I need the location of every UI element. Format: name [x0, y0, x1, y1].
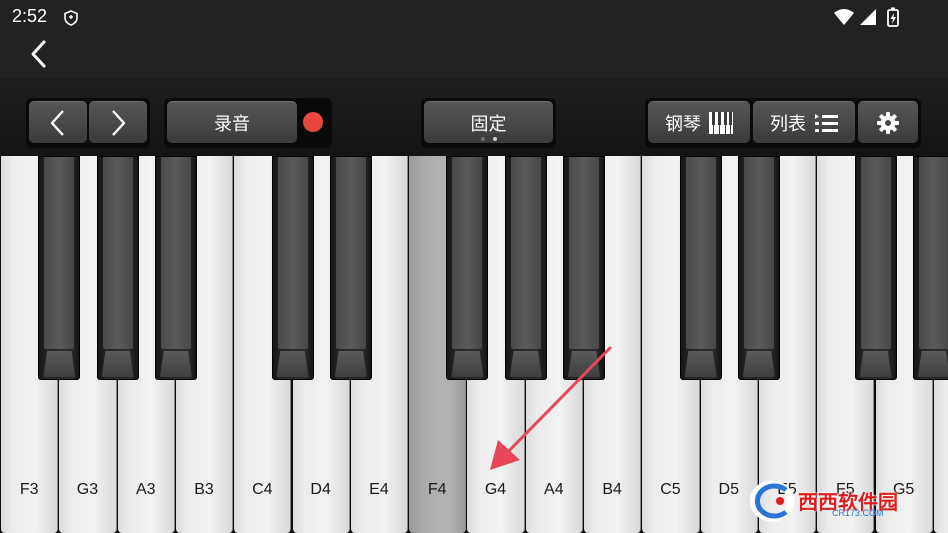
black-key-tip [859, 351, 892, 377]
octave-nav-group [26, 98, 150, 148]
page-dot-active [493, 137, 497, 141]
watermark-subtext: CR173.COM [832, 508, 884, 518]
piano-keyboard: F3 G3 A3 B3 C4 D4 E4 F4 G4 A4 B4 C5 D5 E5 F5 G5 [0, 156, 948, 533]
list-icon [815, 113, 838, 132]
black-key-face [102, 157, 133, 349]
black-key-tip [334, 351, 367, 377]
black-key-fsharp5[interactable] [854, 156, 897, 380]
key-label: A4 [544, 481, 564, 498]
settings-button[interactable] [858, 101, 918, 143]
chevron-right-icon [112, 109, 126, 136]
black-key-tip [568, 351, 600, 377]
prev-octave-button[interactable] [29, 101, 87, 143]
black-key-tip [101, 351, 134, 377]
black-key-fsharp3[interactable] [38, 156, 81, 380]
chevron-left-icon [50, 109, 64, 136]
black-key-face [335, 157, 366, 349]
mode-group: 钢琴 列表 [645, 98, 921, 148]
record-group: 录音 [164, 98, 332, 148]
black-key-face [569, 157, 599, 349]
key-label: C5 [660, 481, 681, 498]
wifi-icon [834, 9, 854, 25]
key-label: F3 [19, 481, 39, 498]
black-key-tip [159, 351, 192, 377]
back-button[interactable] [22, 36, 58, 72]
key-label: B3 [194, 481, 214, 498]
key-label: C4 [252, 481, 273, 498]
black-key-asharp4[interactable] [563, 156, 605, 380]
black-key-face [918, 157, 948, 349]
chevron-left-icon [31, 40, 46, 68]
fixed-button[interactable]: 固定 [424, 101, 553, 143]
key-label: G3 [76, 481, 99, 498]
piano-keys-icon [709, 111, 733, 134]
black-key-tip [509, 351, 542, 377]
status-time: 2:52 [12, 6, 48, 26]
key-label: B4 [602, 481, 622, 498]
toolbar: 录音 固定 钢琴 列表 [0, 78, 948, 156]
shield-icon [64, 10, 78, 26]
key-label: E4 [369, 481, 389, 498]
battery-charging-icon [887, 7, 899, 27]
record-indicator[interactable] [303, 112, 323, 132]
status-bar: 2:52 [0, 0, 948, 34]
black-key-tip [43, 351, 76, 377]
list-button[interactable]: 列表 [753, 101, 855, 143]
black-key-gsharp3[interactable] [96, 156, 139, 380]
black-key-face [277, 157, 308, 349]
black-key-face [510, 157, 541, 349]
black-key-gsharp5[interactable] [912, 156, 948, 380]
black-key-dsharp4[interactable] [329, 156, 372, 380]
key-label: G4 [484, 481, 507, 498]
black-key-csharp5[interactable] [679, 156, 722, 380]
black-key-face [685, 157, 716, 349]
black-key-face [44, 157, 75, 349]
fixed-group: 固定 [421, 98, 556, 148]
record-button[interactable]: 录音 [167, 101, 297, 143]
black-key-asharp3[interactable] [154, 156, 197, 380]
watermark-logo-icon [750, 480, 795, 522]
record-label: 录音 [214, 113, 250, 135]
next-octave-button[interactable] [89, 101, 147, 143]
key-label: D4 [310, 481, 331, 498]
page-dot [481, 137, 485, 141]
piano-button[interactable]: 钢琴 [648, 101, 750, 143]
black-key-face [452, 157, 483, 349]
black-key-tip [684, 351, 717, 377]
black-key-face [160, 157, 191, 349]
key-label: A3 [135, 481, 156, 498]
fixed-label: 固定 [470, 114, 507, 135]
black-key-face [860, 157, 891, 349]
black-key-gsharp4[interactable] [504, 156, 547, 380]
black-key-fsharp4[interactable] [446, 156, 489, 380]
black-key-tip [451, 351, 484, 377]
signal-icon [860, 9, 876, 25]
piano-label: 钢琴 [665, 113, 701, 135]
black-key-tip [276, 351, 309, 377]
black-key-tip [742, 351, 775, 377]
black-key-csharp4[interactable] [271, 156, 314, 380]
gear-icon [877, 111, 899, 134]
black-key-dsharp5[interactable] [737, 156, 780, 380]
app-bar [0, 34, 948, 78]
black-key-tip [917, 351, 948, 377]
black-key-face [743, 157, 774, 349]
watermark: 西西软件园 CR173.COM [748, 478, 938, 524]
list-label: 列表 [770, 113, 806, 135]
status-icons [834, 7, 899, 27]
key-label: F4 [427, 481, 447, 498]
